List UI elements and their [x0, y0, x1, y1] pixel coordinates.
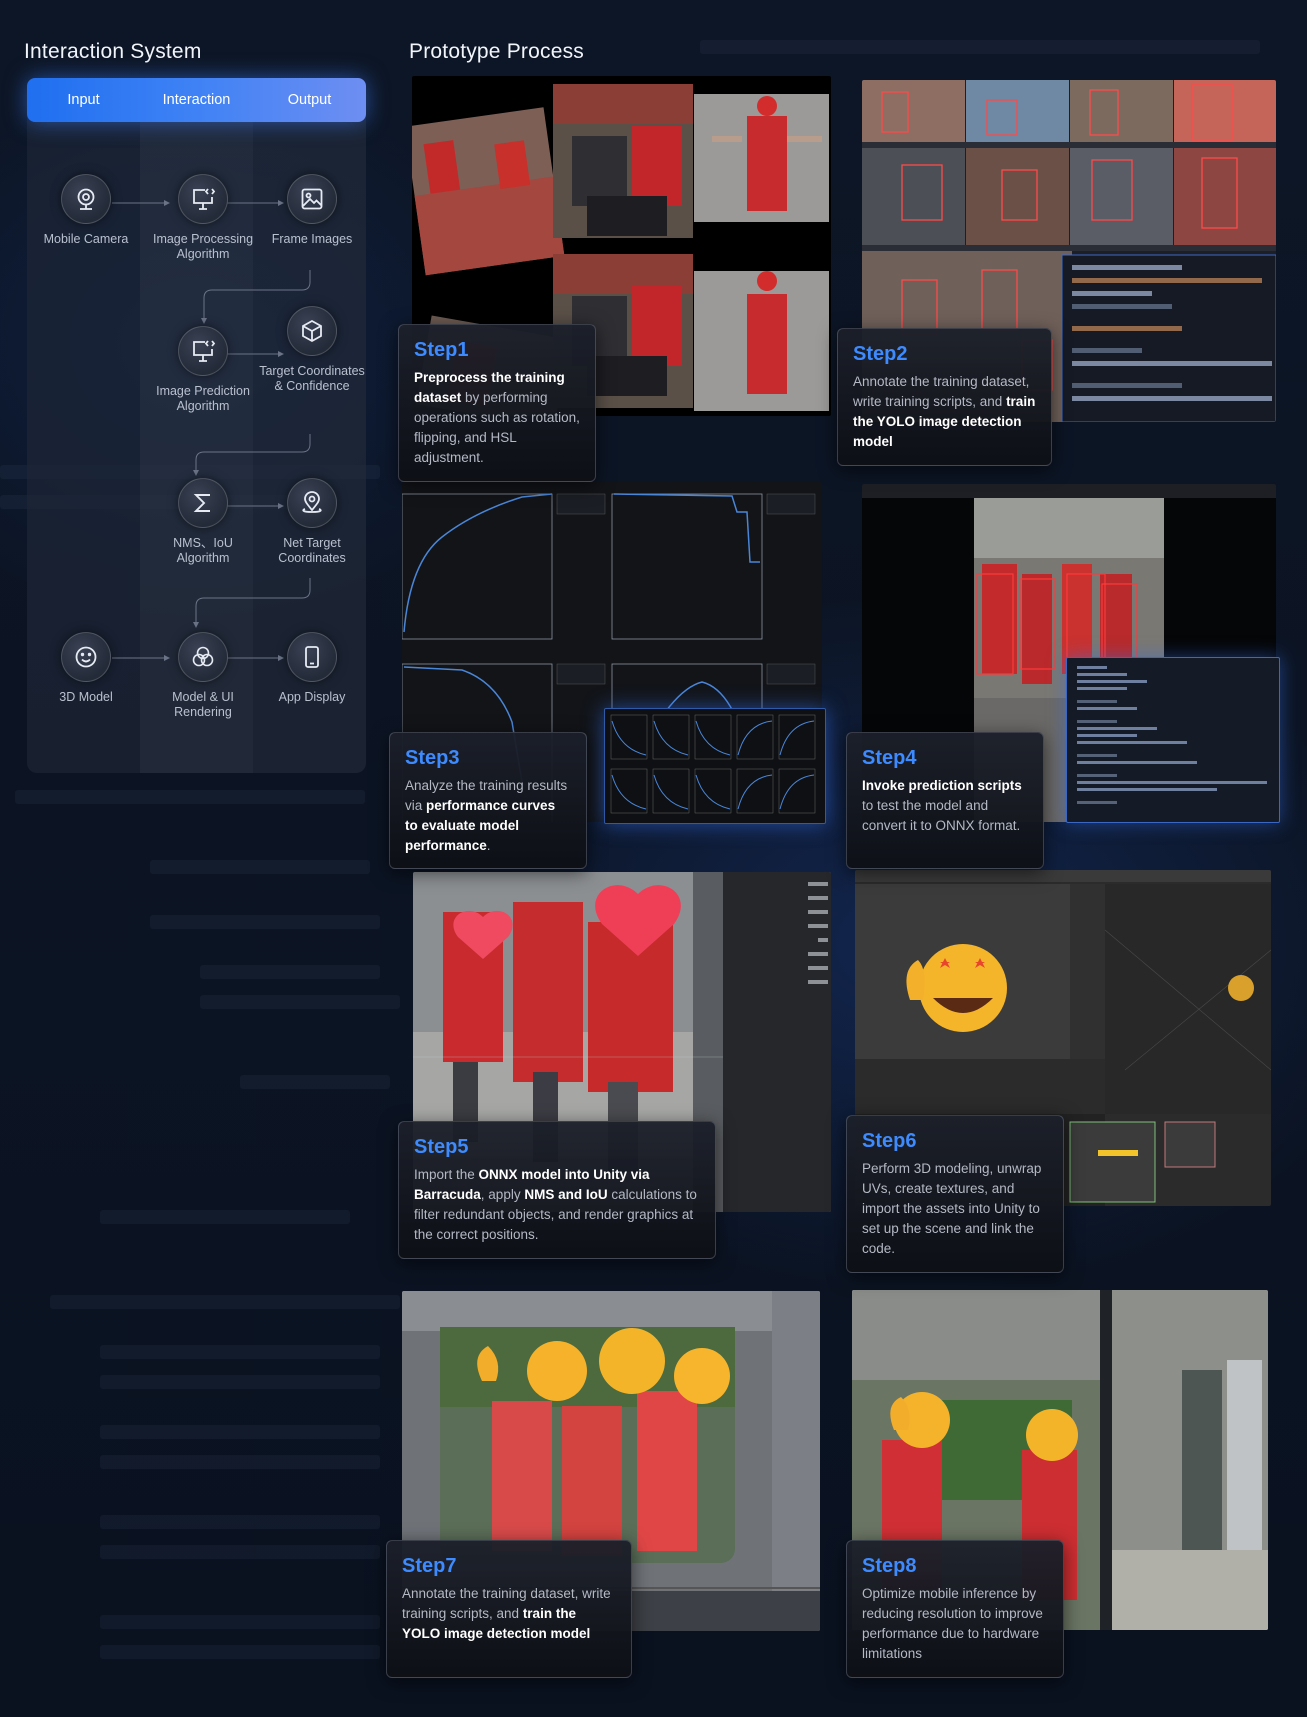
step-text-segment: , apply — [480, 1187, 525, 1202]
node-label: Target Coordinates & Confidence — [259, 364, 365, 393]
node-label: Mobile Camera — [43, 232, 129, 246]
step-highlight: NMS and IoU — [524, 1187, 608, 1202]
step-title: Step5 — [414, 1136, 469, 1158]
node-frame-images: Frame Images — [255, 174, 369, 247]
step-description: Import the ONNX model into Unity via Bar… — [414, 1165, 700, 1245]
step-highlight: Invoke prediction scripts — [862, 778, 1022, 793]
step-description: Invoke prediction scripts to test the mo… — [862, 776, 1028, 836]
step6-card: Step6 Perform 3D modeling, unwrap UVs, c… — [846, 1115, 1064, 1273]
node-mobile-camera: Mobile Camera — [29, 174, 143, 247]
step-title: Step4 — [862, 747, 917, 769]
node-app-display: App Display — [255, 632, 369, 705]
step-text-segment: Annotate the training dataset, write tra… — [402, 1586, 611, 1621]
step2-card: Step2 Annotate the training dataset, wri… — [837, 328, 1052, 466]
tab-output[interactable]: Output — [253, 78, 366, 122]
node-label: App Display — [278, 690, 346, 704]
monitor-code-icon — [178, 326, 228, 376]
node-model-ui-rendering: Model & UI Rendering — [146, 632, 260, 720]
step-title: Step7 — [402, 1555, 457, 1577]
step-description: Perform 3D modeling, unwrap UVs, create … — [862, 1159, 1048, 1259]
step-text-segment: Perform 3D modeling, unwrap UVs, create … — [862, 1161, 1042, 1256]
step-description: Analyze the training results via perform… — [405, 776, 571, 856]
node-target-coordinates: Target Coordinates & Confidence — [255, 306, 369, 394]
node-label: Net Target Coordinates — [278, 536, 346, 565]
node-label: NMS、IoU Algorithm — [173, 536, 233, 565]
step1-card: Step1 Preprocess the training dataset by… — [398, 324, 596, 482]
step-title: Step2 — [853, 343, 908, 365]
node-label: 3D Model — [59, 690, 113, 704]
tab-interaction[interactable]: Interaction — [140, 78, 253, 122]
node-image-processing: Image Processing Algorithm — [146, 174, 260, 262]
node-label: Frame Images — [271, 232, 353, 246]
node-net-target: Net Target Coordinates — [255, 478, 369, 566]
step8-card: Step8 Optimize mobile inference by reduc… — [846, 1540, 1064, 1678]
step-title: Step1 — [414, 339, 469, 361]
column-tabs: Input Interaction Output — [27, 78, 366, 122]
sigma-icon — [178, 478, 228, 528]
step3-card: Step3 Analyze the training results via p… — [389, 732, 587, 869]
node-label: Model & UI Rendering — [172, 690, 234, 719]
phone-icon — [287, 632, 337, 682]
step-title: Step3 — [405, 747, 460, 769]
node-label: Image Prediction Algorithm — [156, 384, 250, 413]
step-highlight: performance curves to evaluate model per… — [405, 798, 556, 853]
cube-icon — [287, 306, 337, 356]
step-text-segment: . — [486, 838, 491, 853]
step-text-segment: Optimize mobile inference by reducing re… — [862, 1586, 1043, 1661]
image-icon — [287, 174, 337, 224]
step-description: Annotate the training dataset, write tra… — [402, 1584, 616, 1644]
step-title: Step8 — [862, 1555, 917, 1577]
step-description: Annotate the training dataset, write tra… — [853, 372, 1036, 452]
step4-card: Step4 Invoke prediction scripts to test … — [846, 732, 1044, 869]
monitor-code-icon — [178, 174, 228, 224]
smiley-icon — [61, 632, 111, 682]
step-description: Optimize mobile inference by reducing re… — [862, 1584, 1048, 1664]
color-circles-icon — [178, 632, 228, 682]
camera-icon — [61, 174, 111, 224]
step5-card: Step5 Import the ONNX model into Unity v… — [398, 1121, 716, 1259]
step-text-segment: to test the model and convert it to ONNX… — [862, 798, 1021, 833]
step3-training-plots — [604, 708, 826, 824]
tab-input[interactable]: Input — [27, 78, 140, 122]
step-text-segment: Import the — [414, 1167, 479, 1182]
node-image-prediction: Image Prediction Algorithm — [146, 326, 260, 414]
node-nms-iou: NMS、IoU Algorithm — [146, 478, 260, 566]
step7-card: Step7 Annotate the training dataset, wri… — [386, 1540, 632, 1678]
node-3d-model: 3D Model — [29, 632, 143, 705]
step-title: Step6 — [862, 1130, 917, 1152]
node-label: Image Processing Algorithm — [152, 232, 254, 261]
step-text-segment: Annotate the training dataset, write tra… — [853, 374, 1030, 409]
prototype-process-title: Prototype Process — [409, 40, 584, 63]
location-pin-icon — [287, 478, 337, 528]
step4-code-window — [1066, 657, 1280, 823]
step-description: Preprocess the training dataset by perfo… — [414, 368, 580, 468]
